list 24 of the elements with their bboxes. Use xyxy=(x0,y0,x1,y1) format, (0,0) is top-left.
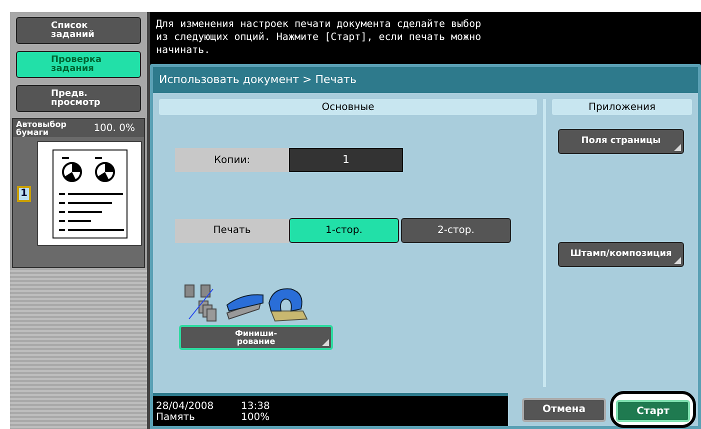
date-text: 28/04/2008 xyxy=(156,401,215,412)
paper-label: Автовыбор бумаги xyxy=(16,121,66,137)
print-option-button[interactable]: 2-стор. xyxy=(401,218,511,243)
applications-title: Приложения xyxy=(552,99,692,115)
time-text: 13:38 xyxy=(241,401,271,412)
print-option-button[interactable]: 1-стор. xyxy=(289,218,399,243)
copies-badge: 1 xyxy=(17,186,31,202)
sidebar-button[interactable]: Проверка задания xyxy=(16,51,141,78)
print-label: Печать xyxy=(175,218,289,242)
memory-label: Память xyxy=(156,412,196,423)
zoom-value: 100. 0% xyxy=(94,122,135,136)
copies-field[interactable]: 1 xyxy=(289,148,403,172)
basic-title: Основные xyxy=(159,99,537,115)
sidebar-button[interactable]: Список заданий xyxy=(16,17,141,44)
application-button[interactable]: Поля страницы xyxy=(558,129,684,154)
copies-label: Копии: xyxy=(175,148,289,172)
instruction-message: Для изменения настроек печати документа сделайте выбор из следующих опций. Нажмите [Старт], если печать можно начинать. xyxy=(155,18,482,58)
memory-value: 100% xyxy=(241,412,271,423)
breadcrumb: Использовать документ > Печать xyxy=(153,67,698,93)
cancel-button[interactable]: Отмена xyxy=(522,398,606,422)
start-button[interactable]: Старт xyxy=(616,400,690,422)
application-button[interactable]: Штамп/композиция xyxy=(558,242,684,267)
finishing-button[interactable]: Финиши- рование xyxy=(179,325,333,350)
sidebar-button[interactable]: Предв. просмотр xyxy=(16,85,141,112)
